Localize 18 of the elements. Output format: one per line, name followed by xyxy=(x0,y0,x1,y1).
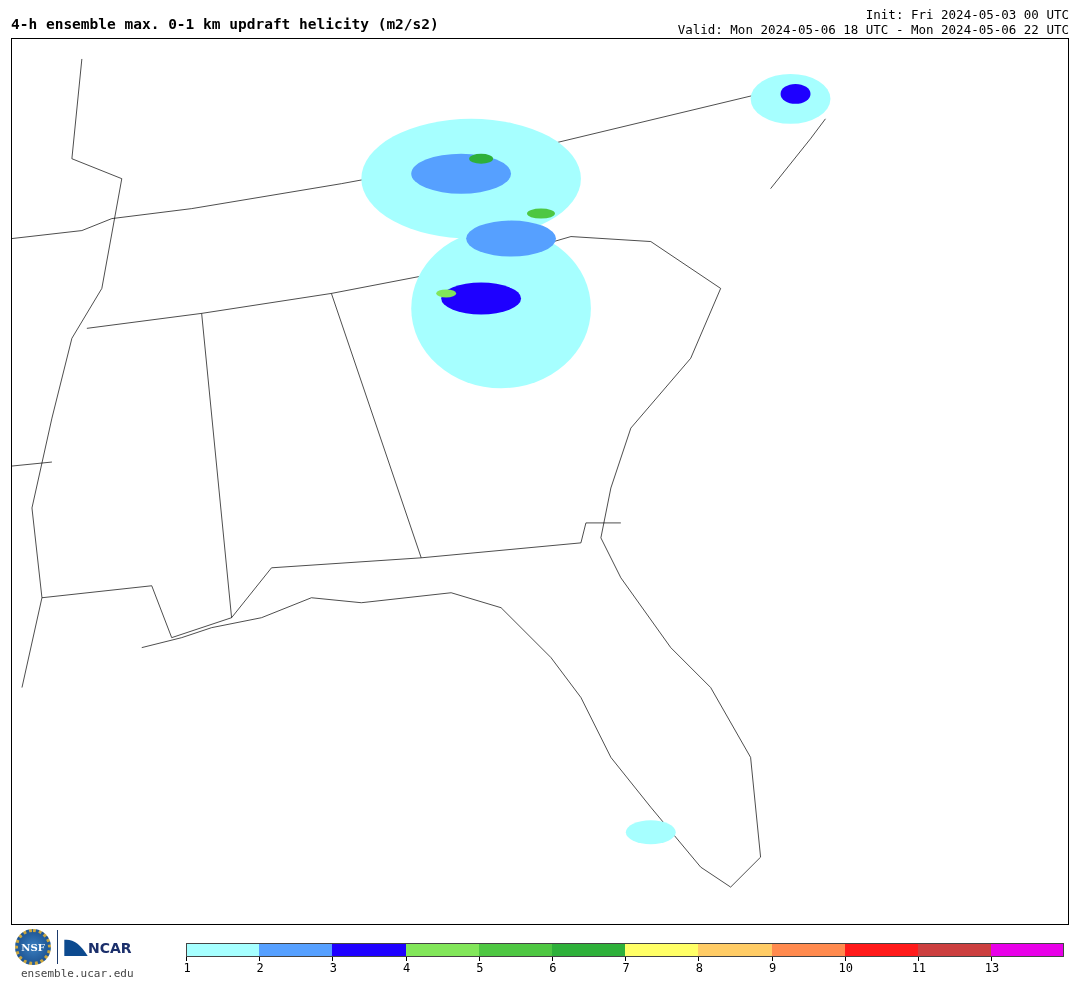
ncar-logo: NCAR xyxy=(64,938,132,956)
plot-title: 4-h ensemble max. 0-1 km updraft helicity (m2/s2) xyxy=(11,16,439,34)
tick-label: 9 xyxy=(768,961,777,975)
tick-label: 6 xyxy=(549,961,557,975)
site-url: ensemble.ucar.edu xyxy=(21,967,134,980)
valid-time: Valid: Mon 2024-05-06 18 UTC - Mon 2024-05-06 22 UTC xyxy=(677,22,1069,37)
tick-label: 8 xyxy=(695,961,703,975)
tick-label: 4 xyxy=(402,961,411,975)
tick-label: 1 xyxy=(183,961,191,975)
tick-label: 10 xyxy=(838,961,853,975)
tick-label: 11 xyxy=(911,961,927,975)
tick-label: 13 xyxy=(984,961,1000,975)
tick-label: 3 xyxy=(329,961,337,975)
tick-label: 5 xyxy=(476,961,484,975)
tick-label: 7 xyxy=(622,961,630,975)
tick-label: 2 xyxy=(256,961,264,975)
init-time: Init: Fri 2024-05-03 00 UTC xyxy=(864,7,1069,22)
nsf-logo: NSF xyxy=(15,929,51,965)
